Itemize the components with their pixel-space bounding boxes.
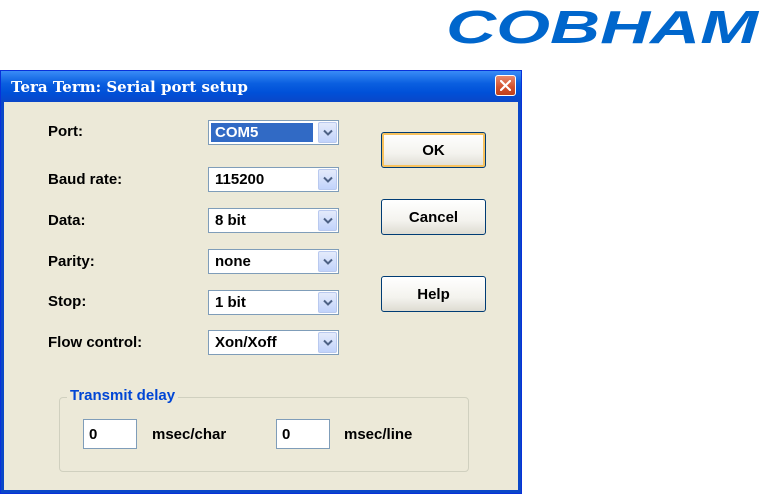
dialog-title: Tera Term: Serial port setup [11, 78, 248, 96]
parity-value: none [215, 253, 251, 270]
stop-select[interactable]: 1 bit [208, 290, 339, 315]
svg-text:COBHAM: COBHAM [446, 6, 760, 46]
flow-control-value: Xon/Xoff [215, 334, 277, 351]
chevron-down-icon [323, 217, 333, 224]
baud-rate-dropdown-button[interactable] [318, 169, 337, 190]
chevron-down-icon [323, 129, 333, 136]
port-value: COM5 [211, 123, 313, 142]
title-bar[interactable]: Tera Term: Serial port setup [1, 71, 521, 102]
flow-control-select[interactable]: Xon/Xoff [208, 330, 339, 355]
data-value: 8 bit [215, 212, 246, 229]
page: COBHAM Tera Term: Serial port setup Port… [0, 0, 763, 494]
close-icon [500, 80, 511, 91]
close-button[interactable] [495, 75, 516, 96]
char-delay-unit: msec/char [152, 426, 227, 443]
stop-dropdown-button[interactable] [318, 292, 337, 313]
cancel-button[interactable]: Cancel [381, 199, 486, 235]
char-delay-input[interactable] [83, 419, 137, 449]
parity-label: Parity: [48, 253, 95, 270]
parity-dropdown-button[interactable] [318, 251, 337, 272]
chevron-down-icon [323, 299, 333, 306]
flow-control-dropdown-button[interactable] [318, 332, 337, 353]
transmit-delay-title: Transmit delay [67, 387, 179, 404]
stop-label: Stop: [48, 293, 87, 310]
serial-port-setup-dialog: Tera Term: Serial port setup Port: Baud … [0, 70, 522, 494]
data-dropdown-button[interactable] [318, 210, 337, 231]
help-button[interactable]: Help [381, 276, 486, 312]
data-select[interactable]: 8 bit [208, 208, 339, 233]
stop-value: 1 bit [215, 294, 246, 311]
chevron-down-icon [323, 258, 333, 265]
port-label: Port: [48, 123, 83, 140]
parity-select[interactable]: none [208, 249, 339, 274]
line-delay-unit: msec/line [344, 426, 413, 443]
port-select[interactable]: COM5 [208, 120, 339, 145]
data-label: Data: [48, 212, 86, 229]
line-delay-input[interactable] [276, 419, 330, 449]
flow-control-label: Flow control: [48, 334, 143, 351]
cobham-logo: COBHAM [446, 6, 760, 46]
baud-rate-select[interactable]: 115200 [208, 167, 339, 192]
chevron-down-icon [323, 176, 333, 183]
port-dropdown-button[interactable] [318, 122, 337, 143]
baud-rate-value: 115200 [215, 171, 265, 188]
baud-rate-label: Baud rate: [48, 171, 123, 188]
ok-button[interactable]: OK [381, 132, 486, 168]
chevron-down-icon [323, 339, 333, 346]
